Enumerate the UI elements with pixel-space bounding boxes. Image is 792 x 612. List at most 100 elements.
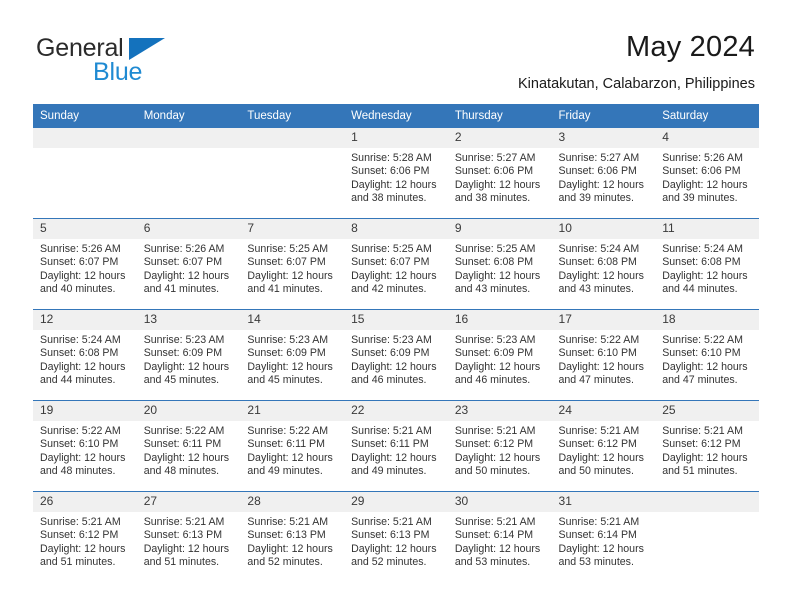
sunrise-time: Sunrise: 5:22 AM: [558, 334, 640, 346]
day-number: 4: [655, 128, 759, 148]
weekday-header-thursday: Thursday: [447, 104, 552, 128]
day-details: Sunrise: 5:21 AM Sunset: 6:14 PM Daylight:…: [448, 512, 552, 570]
logo-text-general: General: [36, 36, 256, 62]
daylight-duration-line1: Daylight: 12 hours: [351, 178, 437, 191]
sunrise-time: Sunrise: 5:21 AM: [247, 516, 329, 528]
calendar-day-cell[interactable]: 26 Sunrise: 5:21 AM Sunset: 6:12 PM Dayligh…: [33, 491, 137, 582]
weekday-header-sunday: Sunday: [33, 104, 137, 128]
calendar-day-cell[interactable]: 31 Sunrise: 5:21 AM Sunset: 6:14 PM Dayligh…: [551, 491, 656, 582]
day-details: Sunrise: 5:26 AM Sunset: 6:07 PM Daylight:…: [137, 239, 241, 297]
sunrise-time: Sunrise: 5:22 AM: [143, 425, 225, 437]
day-number: 15: [344, 310, 448, 330]
daylight-duration-line1: Daylight: 12 hours: [40, 269, 126, 282]
sunset-time: Sunset: 6:07 PM: [247, 256, 326, 269]
calendar-day-cell[interactable]: 20 Sunrise: 5:22 AM Sunset: 6:11 PM Dayligh…: [136, 400, 241, 492]
day-details: Sunrise: 5:21 AM Sunset: 6:12 PM Daylight:…: [655, 421, 759, 479]
weekday-header-row: Sunday Monday Tuesday Wednesday Thursday Frid…: [33, 104, 759, 128]
day-details: Sunrise: 5:22 AM Sunset: 6:10 PM Daylight:…: [552, 330, 656, 388]
calendar-day-cell[interactable]: 22 Sunrise: 5:21 AM Sunset: 6:11 PM Dayligh…: [344, 400, 448, 492]
daylight-duration-line2: and 45 minutes.: [247, 374, 323, 387]
daylight-duration-line1: Daylight: 12 hours: [454, 269, 541, 282]
sunrise-time: Sunrise: 5:23 AM: [247, 334, 329, 346]
calendar-day-cell[interactable]: 10 Sunrise: 5:24 AM Sunset: 6:08 PM Dayligh…: [551, 218, 656, 310]
calendar-day-cell[interactable]: 13 Sunrise: 5:23 AM Sunset: 6:09 PM Dayligh…: [136, 309, 241, 401]
title-block: May 2024 Kinatakutan, Calabarzon, Philip…: [518, 30, 755, 94]
calendar-day-cell[interactable]: 23 Sunrise: 5:21 AM Sunset: 6:12 PM Dayligh…: [447, 400, 552, 492]
calendar-day-cell[interactable]: 21 Sunrise: 5:22 AM Sunset: 6:11 PM Dayligh…: [240, 400, 345, 492]
calendar-day-cell[interactable]: 9 Sunrise: 5:25 AM Sunset: 6:08 PM Daylight…: [447, 218, 552, 310]
daylight-duration-line2: and 49 minutes.: [247, 465, 323, 478]
daylight-duration-line2: and 47 minutes.: [558, 374, 634, 387]
calendar-day-cell-empty: [136, 128, 241, 219]
calendar-day-cell[interactable]: 6 Sunrise: 5:26 AM Sunset: 6:07 PM Daylight…: [136, 218, 241, 310]
day-number: 14: [240, 310, 345, 330]
calendar-day-cell[interactable]: 11 Sunrise: 5:24 AM Sunset: 6:08 PM Dayligh…: [655, 218, 759, 310]
calendar-day-cell[interactable]: 16 Sunrise: 5:23 AM Sunset: 6:09 PM Dayligh…: [447, 309, 552, 401]
calendar-day-cell[interactable]: 1 Sunrise: 5:28 AM Sunset: 6:06 PM Daylight…: [344, 128, 448, 219]
sunrise-time: Sunrise: 5:22 AM: [662, 334, 743, 346]
calendar-day-cell[interactable]: 25 Sunrise: 5:21 AM Sunset: 6:12 PM Dayligh…: [655, 400, 759, 492]
calendar-day-cell[interactable]: 5 Sunrise: 5:26 AM Sunset: 6:07 PM Daylight…: [33, 218, 137, 310]
calendar-day-cell[interactable]: 15 Sunrise: 5:23 AM Sunset: 6:09 PM Dayligh…: [344, 309, 448, 401]
daylight-duration-line2: and 39 minutes.: [558, 192, 634, 205]
day-details: Sunrise: 5:24 AM Sunset: 6:08 PM Daylight:…: [33, 330, 137, 388]
sunrise-time: Sunrise: 5:24 AM: [558, 243, 640, 255]
day-details: Sunrise: 5:21 AM Sunset: 6:13 PM Daylight:…: [137, 512, 241, 570]
weekday-header-friday: Friday: [551, 104, 656, 128]
sunrise-time: Sunrise: 5:21 AM: [558, 425, 640, 437]
calendar-day-cell[interactable]: 2 Sunrise: 5:27 AM Sunset: 6:06 PM Daylight…: [447, 128, 552, 219]
day-details: Sunrise: 5:21 AM Sunset: 6:12 PM Daylight:…: [552, 421, 656, 479]
daylight-duration-line1: Daylight: 12 hours: [143, 360, 230, 373]
calendar-day-cell[interactable]: 30 Sunrise: 5:21 AM Sunset: 6:14 PM Dayligh…: [447, 491, 552, 582]
day-number: 30: [447, 492, 552, 512]
daylight-duration-line1: Daylight: 12 hours: [143, 451, 230, 464]
calendar-day-cell[interactable]: 18 Sunrise: 5:22 AM Sunset: 6:10 PM Dayligh…: [655, 309, 759, 401]
day-details: Sunrise: 5:27 AM Sunset: 6:06 PM Daylight:…: [448, 148, 552, 206]
calendar-day-cell[interactable]: 8 Sunrise: 5:25 AM Sunset: 6:07 PM Daylight…: [344, 218, 448, 310]
daylight-duration-line1: Daylight: 12 hours: [662, 360, 748, 373]
daylight-duration-line2: and 53 minutes.: [558, 556, 634, 569]
calendar-day-cell[interactable]: 17 Sunrise: 5:22 AM Sunset: 6:10 PM Dayligh…: [551, 309, 656, 401]
calendar-week-row: 19 Sunrise: 5:22 AM Sunset: 6:10 PM Dayligh…: [33, 400, 759, 492]
day-number: 9: [447, 219, 552, 239]
sunset-time: Sunset: 6:08 PM: [40, 347, 119, 360]
sunset-time: Sunset: 6:08 PM: [662, 256, 741, 269]
calendar-day-cell[interactable]: 4 Sunrise: 5:26 AM Sunset: 6:06 PM Daylight…: [655, 128, 759, 219]
calendar-day-cell[interactable]: 28 Sunrise: 5:21 AM Sunset: 6:13 PM Dayligh…: [240, 491, 345, 582]
daylight-duration-line2: and 44 minutes.: [40, 374, 116, 387]
day-number: 29: [344, 492, 448, 512]
day-number: 31: [551, 492, 656, 512]
calendar-day-cell[interactable]: 14 Sunrise: 5:23 AM Sunset: 6:09 PM Dayligh…: [240, 309, 345, 401]
calendar-day-cell-empty: [33, 128, 137, 219]
calendar-day-cell[interactable]: 27 Sunrise: 5:21 AM Sunset: 6:13 PM Dayligh…: [136, 491, 241, 582]
day-number: 8: [344, 219, 448, 239]
sunset-time: Sunset: 6:11 PM: [143, 438, 222, 451]
daylight-duration-line2: and 51 minutes.: [662, 465, 738, 478]
daylight-duration-line1: Daylight: 12 hours: [351, 451, 437, 464]
calendar-day-cell[interactable]: 24 Sunrise: 5:21 AM Sunset: 6:12 PM Dayligh…: [551, 400, 656, 492]
day-number: [136, 128, 241, 148]
calendar-day-cell[interactable]: 29 Sunrise: 5:21 AM Sunset: 6:13 PM Dayligh…: [344, 491, 448, 582]
day-details: Sunrise: 5:22 AM Sunset: 6:10 PM Daylight:…: [33, 421, 137, 479]
calendar-week-row: 1 Sunrise: 5:28 AM Sunset: 6:06 PM Daylight…: [33, 128, 759, 219]
sunset-time: Sunset: 6:14 PM: [558, 529, 637, 542]
calendar-day-cell[interactable]: 3 Sunrise: 5:27 AM Sunset: 6:06 PM Daylight…: [551, 128, 656, 219]
day-number: 10: [551, 219, 656, 239]
sunrise-time: Sunrise: 5:22 AM: [40, 425, 121, 437]
sunrise-time: Sunrise: 5:21 AM: [143, 516, 225, 528]
sunset-time: Sunset: 6:10 PM: [40, 438, 119, 451]
daylight-duration-line1: Daylight: 12 hours: [247, 451, 333, 464]
calendar-day-cell[interactable]: 12 Sunrise: 5:24 AM Sunset: 6:08 PM Dayligh…: [33, 309, 137, 401]
daylight-duration-line1: Daylight: 12 hours: [454, 178, 541, 191]
day-details: Sunrise: 5:23 AM Sunset: 6:09 PM Daylight:…: [344, 330, 448, 388]
daylight-duration-line1: Daylight: 12 hours: [558, 360, 644, 373]
daylight-duration-line2: and 39 minutes.: [662, 192, 738, 205]
daylight-duration-line1: Daylight: 12 hours: [558, 178, 644, 191]
page-header: General Blue May 2024 Kinatakutan, Calab…: [0, 0, 792, 98]
day-number: 27: [136, 492, 241, 512]
sunset-time: Sunset: 6:07 PM: [143, 256, 223, 269]
daylight-duration-line1: Daylight: 12 hours: [40, 360, 126, 373]
daylight-duration-line2: and 52 minutes.: [247, 556, 323, 569]
calendar-day-cell[interactable]: 19 Sunrise: 5:22 AM Sunset: 6:10 PM Dayligh…: [33, 400, 137, 492]
calendar-day-cell[interactable]: 7 Sunrise: 5:25 AM Sunset: 6:07 PM Daylight…: [240, 218, 345, 310]
